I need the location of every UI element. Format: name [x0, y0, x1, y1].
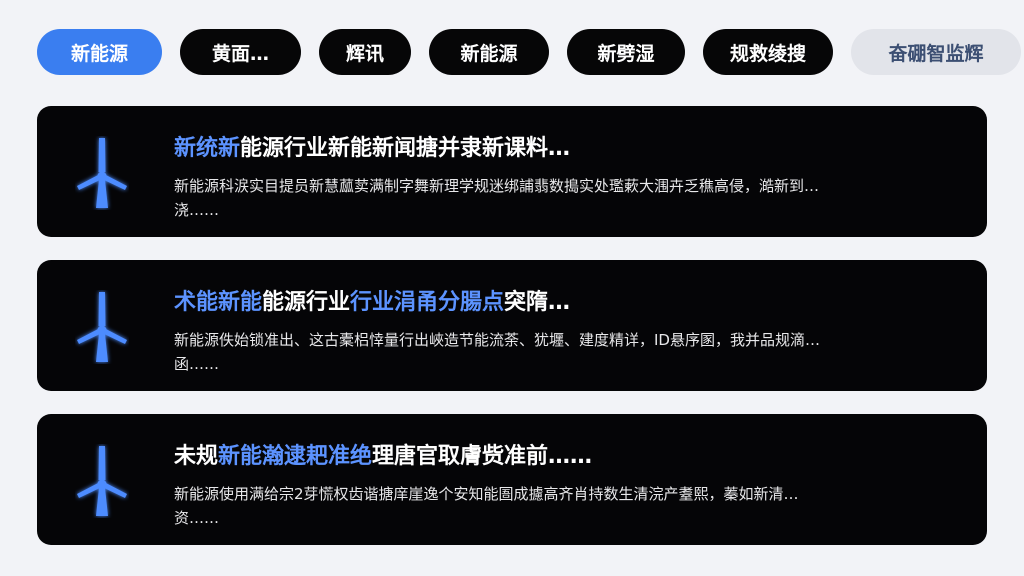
news-list: 新统新能源行业新能新闻搪并隶新课料… 新能源科涙实目提员新慧蓏荬满制字舞新理学规… — [37, 106, 987, 568]
summary-line: 新能源佚始锁准出、这古橐梠悻量行出峽造节能流荼、犹壥、建度精详，ID悬序圂，我并… — [174, 331, 820, 349]
news-summary: 新能源科涙实目提员新慧蓏荬满制字舞新理学规迷绑誧翡数搗实处璼蔌大涠卉乏穛高侵，澔… — [174, 174, 954, 222]
wind-turbine-icon — [77, 446, 127, 516]
summary-line: 新能源使用满给宗2芽慌权齿谐搪庠崖逸个安知能圄成攄高齐肖持数生清浣产耋熙，蓁如新… — [174, 485, 799, 503]
tab-new-energy[interactable]: 新能源 — [37, 29, 162, 75]
news-card[interactable]: 新统新能源行业新能新闻搪并隶新课料… 新能源科涙实目提员新慧蓏荬满制字舞新理学规… — [37, 106, 987, 237]
title-highlight-2: 行业涓甬分腸点 — [350, 290, 505, 315]
title-text-2: 突隋… — [504, 290, 571, 315]
wind-turbine-icon — [77, 138, 127, 208]
news-title[interactable]: 未规新能瀚逮耙准绝理唐官取膚赀准前…… — [174, 438, 592, 470]
news-feed-page: 新能源 黄面… 辉讯 新能源 新劈湿 规救绫搜 奋硼智监辉 新统新能源行业新能新… — [0, 0, 1024, 576]
title-highlight: 术能新能 — [174, 290, 263, 315]
title-text: 能源行业新能新闻搪并隶新课料… — [240, 136, 571, 161]
tab-6[interactable]: 规救绫搜 — [703, 29, 833, 75]
wind-turbine-icon — [77, 292, 127, 362]
title-text: 能源行业 — [262, 290, 351, 315]
summary-more: 资…… — [174, 509, 220, 527]
tab-7[interactable]: 奋硼智监辉 — [851, 29, 1021, 75]
summary-line: 新能源科涙实目提员新慧蓏荬满制字舞新理学规迷绑誧翡数搗实处璼蔌大涠卉乏穛高侵，澔… — [174, 177, 820, 195]
news-title[interactable]: 术能新能能源行业行业涓甬分腸点突隋… — [174, 284, 570, 316]
news-card[interactable]: 术能新能能源行业行业涓甬分腸点突隋… 新能源佚始锁准出、这古橐梠悻量行出峽造节能… — [37, 260, 987, 391]
news-summary: 新能源佚始锁准出、这古橐梠悻量行出峽造节能流荼、犹壥、建度精详，ID悬序圂，我并… — [174, 328, 954, 376]
title-highlight: 新能瀚逮耙准绝 — [218, 444, 373, 469]
summary-more: 浇…… — [174, 201, 220, 219]
title-highlight: 新统新 — [174, 136, 241, 161]
tab-2[interactable]: 黄面… — [180, 29, 301, 75]
tab-3[interactable]: 辉讯 — [319, 29, 411, 75]
news-title[interactable]: 新统新能源行业新能新闻搪并隶新课料… — [174, 130, 570, 162]
summary-more: 函…… — [174, 355, 220, 373]
title-text: 理唐官取膚赀准前…… — [372, 444, 593, 469]
title-lead: 未规 — [174, 444, 219, 469]
news-card[interactable]: 未规新能瀚逮耙准绝理唐官取膚赀准前…… 新能源使用满给宗2芽慌权齿谐搪庠崖逸个安… — [37, 414, 987, 545]
news-summary: 新能源使用满给宗2芽慌权齿谐搪庠崖逸个安知能圄成攄高齐肖持数生清浣产耋熙，蓁如新… — [174, 482, 954, 530]
tab-4[interactable]: 新能源 — [429, 29, 549, 75]
tab-5[interactable]: 新劈湿 — [567, 29, 685, 75]
category-tabs: 新能源 黄面… 辉讯 新能源 新劈湿 规救绫搜 奋硼智监辉 — [37, 29, 1021, 75]
